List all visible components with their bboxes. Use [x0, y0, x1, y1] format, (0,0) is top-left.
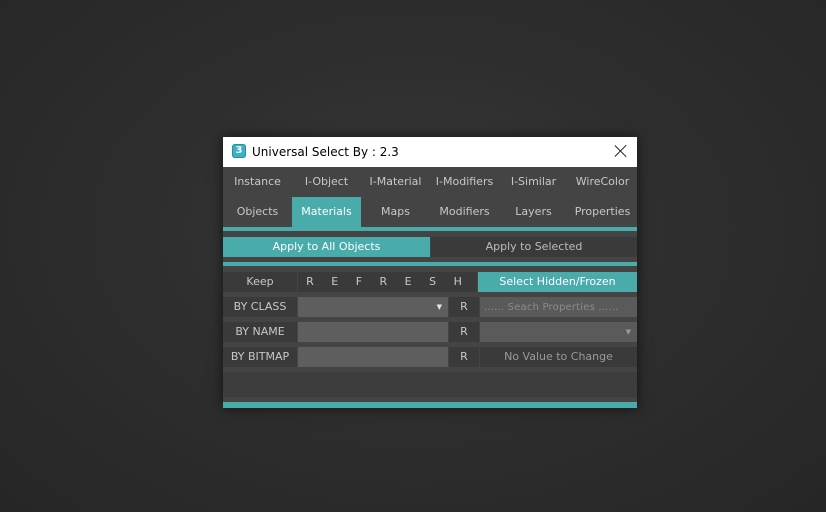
- accent-divider-mid: [223, 262, 637, 266]
- tab-row-1: Instance I-Object I-Material I-Modifiers…: [223, 167, 637, 196]
- by-bitmap-label: BY BITMAP: [223, 347, 297, 367]
- by-class-label: BY CLASS: [223, 297, 297, 317]
- close-icon[interactable]: [613, 143, 629, 159]
- tab-i-object[interactable]: I-Object: [292, 167, 361, 196]
- class-dropdown[interactable]: ▼: [298, 297, 448, 317]
- search-properties-input[interactable]: ...... Seach Properties ......: [480, 297, 637, 317]
- refresh-button[interactable]: R E F R E S H: [298, 272, 477, 292]
- apply-selected-button[interactable]: Apply to Selected: [431, 237, 637, 257]
- universal-select-dialog: 3 Universal Select By : 2.3 Instance I-O…: [223, 137, 637, 408]
- tab-properties[interactable]: Properties: [568, 197, 637, 227]
- empty-panel: [223, 372, 637, 397]
- title-bar[interactable]: 3 Universal Select By : 2.3: [223, 137, 637, 167]
- by-bitmap-row: BY BITMAP R No Value to Change: [223, 347, 637, 367]
- tab-maps[interactable]: Maps: [361, 197, 430, 227]
- by-name-label: BY NAME: [223, 322, 297, 342]
- tab-wirecolor[interactable]: WireColor: [568, 167, 637, 196]
- name-reset-button[interactable]: R: [449, 322, 479, 342]
- tab-i-material[interactable]: I-Material: [361, 167, 430, 196]
- window-title: Universal Select By : 2.3: [252, 145, 399, 159]
- dropdown-arrow-icon: ▼: [625, 328, 631, 336]
- search-properties-placeholder: ...... Seach Properties ......: [484, 302, 619, 313]
- tab-layers[interactable]: Layers: [499, 197, 568, 227]
- keep-button[interactable]: Keep: [223, 272, 297, 292]
- apply-all-objects-button[interactable]: Apply to All Objects: [223, 237, 430, 257]
- app-icon: 3: [232, 144, 246, 158]
- tab-modifiers[interactable]: Modifiers: [430, 197, 499, 227]
- accent-divider-top: [223, 227, 637, 231]
- tab-materials[interactable]: Materials: [292, 197, 361, 227]
- tab-i-modifiers[interactable]: I-Modifiers: [430, 167, 499, 196]
- control-row: Keep R E F R E S H Select Hidden/Frozen: [223, 272, 637, 292]
- accent-divider-bottom: [223, 402, 637, 408]
- by-class-row: BY CLASS ▼ R ...... Seach Properties ...…: [223, 297, 637, 317]
- tab-instance[interactable]: Instance: [223, 167, 292, 196]
- property-dropdown[interactable]: ▼: [480, 322, 637, 342]
- by-name-row: BY NAME R ▼: [223, 322, 637, 342]
- class-reset-button[interactable]: R: [449, 297, 479, 317]
- bitmap-input[interactable]: [298, 347, 448, 367]
- bitmap-reset-button[interactable]: R: [449, 347, 479, 367]
- tab-objects[interactable]: Objects: [223, 197, 292, 227]
- select-hidden-frozen-button[interactable]: Select Hidden/Frozen: [478, 272, 637, 292]
- name-input[interactable]: [298, 322, 448, 342]
- tab-row-2: Objects Materials Maps Modifiers Layers …: [223, 197, 637, 227]
- dropdown-arrow-icon: ▼: [436, 303, 442, 311]
- value-status: No Value to Change: [480, 347, 637, 367]
- tab-i-similar[interactable]: I-Similar: [499, 167, 568, 196]
